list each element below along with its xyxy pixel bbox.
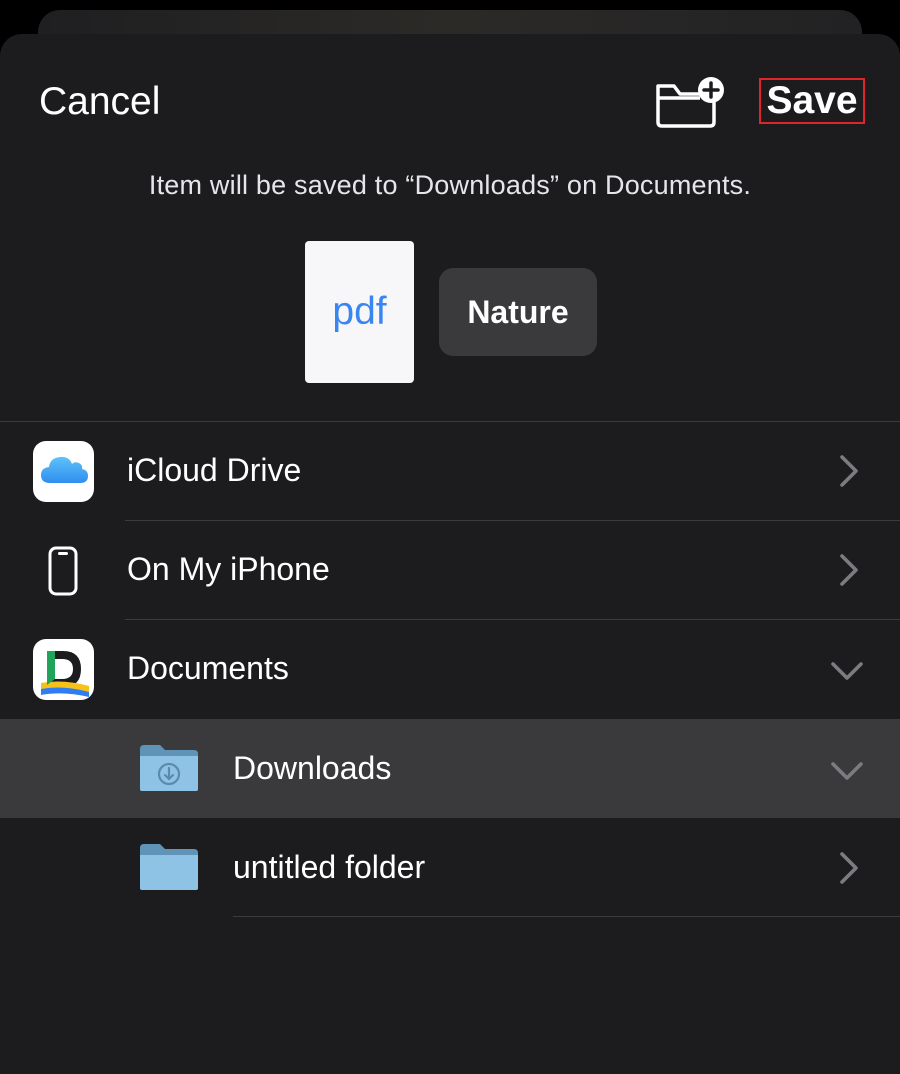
file-thumbnail: pdf xyxy=(305,241,414,383)
row-divider xyxy=(125,520,900,521)
location-label: Documents xyxy=(127,650,289,686)
iphone-icon xyxy=(48,546,78,596)
location-row-on-my-iphone[interactable]: On My iPhone xyxy=(0,520,900,619)
chevron-right-icon xyxy=(840,455,858,487)
location-row-documents[interactable]: Documents xyxy=(0,619,900,718)
file-type-label: pdf xyxy=(332,290,387,333)
folder-row-untitled-folder[interactable]: untitled folder xyxy=(0,818,900,917)
save-sheet: Cancel Save Item will be saved to “Downl… xyxy=(0,34,900,1074)
chevron-right-icon xyxy=(840,554,858,586)
chevron-right-icon xyxy=(840,852,858,884)
location-row-icloud-drive[interactable]: iCloud Drive xyxy=(0,421,900,520)
icloud-icon xyxy=(33,441,94,502)
row-divider xyxy=(125,619,900,620)
chevron-down-icon xyxy=(831,762,863,780)
folder-label: Downloads xyxy=(233,750,392,786)
new-folder-button[interactable] xyxy=(652,74,728,130)
location-label: On My iPhone xyxy=(127,551,330,587)
file-name-field[interactable]: Nature xyxy=(439,268,597,356)
folder-row-downloads[interactable]: Downloads xyxy=(0,719,900,818)
list-bottom-divider xyxy=(233,916,900,917)
folder-icon xyxy=(140,844,198,890)
folder-label: untitled folder xyxy=(233,849,426,885)
location-label: iCloud Drive xyxy=(127,452,302,488)
documents-app-icon xyxy=(33,639,94,700)
folder-plus-icon xyxy=(656,77,724,128)
downloads-folder-icon xyxy=(140,745,198,791)
row-divider xyxy=(0,421,900,422)
save-button[interactable]: Save xyxy=(759,78,865,124)
chevron-down-icon xyxy=(831,662,863,680)
save-destination-text: Item will be saved to “Downloads” on Doc… xyxy=(148,170,752,200)
cancel-button[interactable]: Cancel xyxy=(39,80,160,124)
